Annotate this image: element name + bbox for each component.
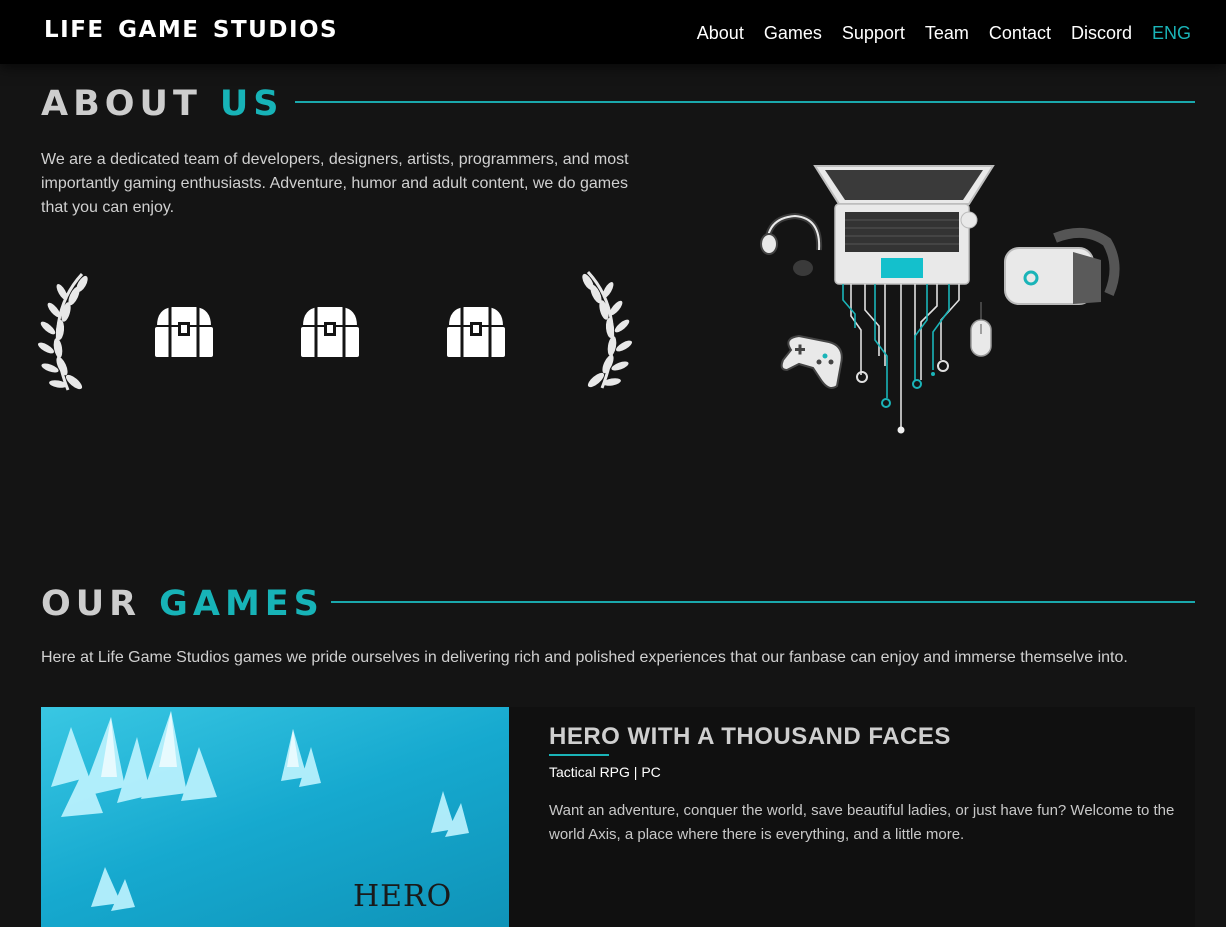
laurel-right-icon	[582, 270, 632, 389]
about-heading-plain: ABOUT	[41, 84, 202, 124]
game-cover-image[interactable]: HERO	[41, 707, 509, 927]
game-card[interactable]: HERO HERO WITH A THOUSAND FACES Tactical…	[41, 707, 1195, 927]
treasure-chest-icon	[445, 305, 507, 359]
nav-games[interactable]: Games	[764, 23, 822, 44]
game-cover-logo: HERO	[353, 879, 453, 914]
site-header: LIFE GAME STUDIOS About Games Support Te…	[0, 0, 1226, 64]
games-intro: Here at Life Game Studios games we pride…	[41, 649, 1128, 666]
nav-about[interactable]: About	[697, 23, 744, 44]
site-logo[interactable]: LIFE GAME STUDIOS	[44, 17, 338, 43]
headset-icon	[760, 212, 823, 276]
game-description: Want an adventure, conquer the world, sa…	[549, 802, 1175, 843]
language-switch[interactable]: ENG	[1152, 23, 1191, 44]
games-heading-accent: GAMES	[159, 584, 324, 624]
about-heading: ABOUT US	[41, 84, 283, 124]
gamepad-icon	[780, 334, 843, 389]
game-title-underline	[549, 754, 609, 756]
game-title[interactable]: HERO WITH A THOUSAND FACES	[549, 723, 951, 751]
about-heading-accent: US	[219, 84, 284, 124]
game-genre-platform: Tactical RPG | PC	[549, 764, 661, 780]
nav-contact[interactable]: Contact	[989, 23, 1051, 44]
nav-discord[interactable]: Discord	[1071, 23, 1132, 44]
nav-support[interactable]: Support	[842, 23, 905, 44]
laurel-left-icon	[38, 272, 88, 391]
games-heading-rule	[331, 601, 1195, 603]
about-heading-rule	[295, 101, 1195, 103]
games-heading-plain: OUR	[41, 584, 142, 624]
circuit-lines	[850, 284, 960, 430]
laptop-icon	[813, 165, 995, 285]
about-text: We are a dedicated team of developers, d…	[41, 151, 629, 216]
vr-headset-icon	[1004, 227, 1120, 305]
games-heading: OUR GAMES	[41, 584, 324, 624]
treasure-chest-icon	[299, 305, 361, 359]
mouse-icon	[970, 302, 992, 357]
treasure-chest-icon	[153, 305, 215, 359]
nav-team[interactable]: Team	[925, 23, 969, 44]
tech-illustration	[760, 165, 1120, 434]
main-nav: About Games Support Team Contact Discord…	[697, 23, 1191, 44]
